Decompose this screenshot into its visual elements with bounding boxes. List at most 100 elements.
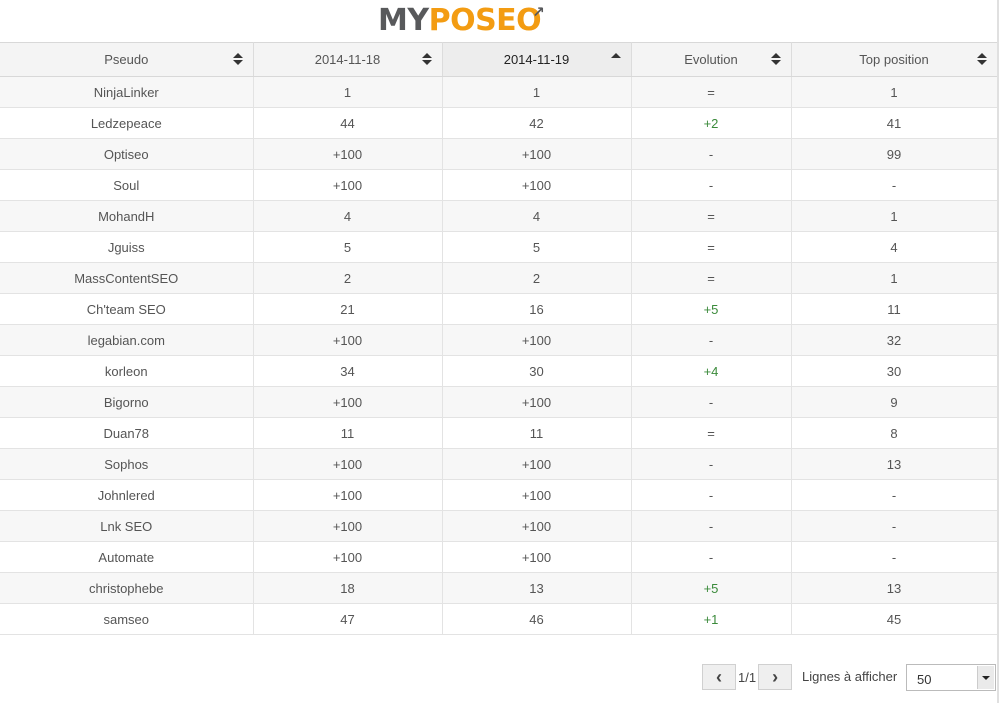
cell-date-2: 13: [442, 572, 632, 604]
cell-pseudo: Jguiss: [0, 231, 254, 263]
cell-evolution: +2: [631, 107, 792, 139]
table-row: Johnlered +100 +100- -: [0, 479, 998, 511]
cell-evolution: -: [631, 138, 792, 170]
sort-icon[interactable]: [421, 52, 432, 66]
myposeo-logo: MY POSEO ↗: [378, 2, 545, 38]
cell-evolution: =: [631, 417, 792, 449]
cell-date-1: 2: [253, 262, 443, 294]
table-row: Duan78 11 11 = 8: [0, 417, 998, 449]
cell-date-1: +100: [253, 324, 443, 356]
cell-date-2: +100: [442, 386, 632, 418]
table-row: MassContentSEO 2 2 = 1: [0, 262, 998, 294]
sort-ascending-icon[interactable]: [610, 49, 621, 63]
sort-icon[interactable]: [232, 52, 243, 66]
cell-date-1: 11: [253, 417, 443, 449]
sort-icon[interactable]: [976, 52, 987, 66]
cell-date-1: +100: [253, 510, 443, 542]
column-header-label: 2014-11-19: [503, 52, 570, 67]
table-row: Sophos +100 +100-13: [0, 448, 998, 480]
previous-page-button[interactable]: ‹: [702, 664, 736, 690]
table-row: MohandH 4 4 = 1: [0, 200, 998, 232]
cell-date-2: +100: [442, 541, 632, 573]
column-header-pseudo[interactable]: Pseudo: [0, 42, 254, 77]
cell-top-position: 9: [791, 386, 998, 418]
cell-top-position: 8: [791, 417, 998, 449]
cell-evolution: +4: [631, 355, 792, 387]
cell-pseudo: Lnk SEO: [0, 510, 254, 542]
cell-date-1: 34: [253, 355, 443, 387]
cell-pseudo: Automate: [0, 541, 254, 573]
cell-date-2: 46: [442, 603, 632, 635]
ranking-table-container: Pseudo 2014-11-18 2014-11-19 Evolution T…: [0, 42, 998, 635]
cell-pseudo: Johnlered: [0, 479, 254, 511]
column-header-evolution[interactable]: Evolution: [631, 42, 792, 77]
cell-evolution: +1: [631, 603, 792, 635]
table-row: Optiseo +100 +100-99: [0, 138, 998, 170]
cell-evolution: -: [631, 448, 792, 480]
cell-date-2: +100: [442, 510, 632, 542]
rows-per-page-select[interactable]: 50: [906, 664, 996, 691]
cell-top-position: -: [791, 541, 998, 573]
table-header-row: Pseudo 2014-11-18 2014-11-19 Evolution T…: [0, 42, 998, 77]
table-row: Jguiss 5 5 = 4: [0, 231, 998, 263]
table-row: samseo 47 46 +1 45: [0, 603, 998, 635]
cell-pseudo: Ledzepeace: [0, 107, 254, 139]
table-row: Ch'team SEO 21 16 +5 11: [0, 293, 998, 325]
logo-text-my: MY: [378, 2, 429, 38]
table-row: korleon 34 30 +4 30: [0, 355, 998, 387]
logo-pin-icon: ↗: [532, 3, 545, 21]
cell-evolution: =: [631, 200, 792, 232]
column-header-date-2[interactable]: 2014-11-19: [442, 42, 632, 77]
cell-top-position: 1: [791, 200, 998, 232]
table-row: Ledzepeace 44 42 +2 41: [0, 107, 998, 139]
page-indicator: 1/1: [738, 669, 757, 685]
cell-date-1: 5: [253, 231, 443, 263]
table-row: Automate +100 +100- -: [0, 541, 998, 573]
ranking-table: Pseudo 2014-11-18 2014-11-19 Evolution T…: [0, 42, 998, 635]
table-body: NinjaLinker 1 1 = 1 Ledzepeace 44 42 +2 41 Optiseo…: [0, 76, 998, 635]
cell-date-1: +100: [253, 448, 443, 480]
cell-date-2: +100: [442, 448, 632, 480]
cell-top-position: -: [791, 479, 998, 511]
cell-date-1: 1: [253, 76, 443, 108]
cell-date-1: +100: [253, 541, 443, 573]
cell-date-1: 4: [253, 200, 443, 232]
cell-pseudo: Duan78: [0, 417, 254, 449]
cell-date-2: +100: [442, 324, 632, 356]
cell-date-2: 16: [442, 293, 632, 325]
cell-top-position: 45: [791, 603, 998, 635]
cell-top-position: 99: [791, 138, 998, 170]
sort-icon[interactable]: [770, 52, 781, 66]
cell-evolution: -: [631, 386, 792, 418]
cell-evolution: -: [631, 169, 792, 201]
table-row: NinjaLinker 1 1 = 1: [0, 76, 998, 108]
cell-evolution: -: [631, 479, 792, 511]
cell-pseudo: Bigorno: [0, 386, 254, 418]
cell-pseudo: Optiseo: [0, 138, 254, 170]
cell-date-2: 1: [442, 76, 632, 108]
cell-pseudo: Sophos: [0, 448, 254, 480]
chevron-down-icon[interactable]: [977, 666, 994, 689]
column-header-date-1[interactable]: 2014-11-18: [253, 42, 443, 77]
cell-evolution: =: [631, 76, 792, 108]
cell-top-position: -: [791, 169, 998, 201]
cell-pseudo: Ch'team SEO: [0, 293, 254, 325]
pagination: ‹ 1/1 ›: [702, 663, 793, 691]
logo-text-poseo: POSEO: [428, 2, 542, 38]
cell-date-2: +100: [442, 479, 632, 511]
column-header-top-position[interactable]: Top position: [791, 42, 998, 77]
cell-date-1: 21: [253, 293, 443, 325]
cell-evolution: =: [631, 231, 792, 263]
cell-date-2: 30: [442, 355, 632, 387]
cell-pseudo: korleon: [0, 355, 254, 387]
cell-date-1: 44: [253, 107, 443, 139]
next-page-button[interactable]: ›: [758, 664, 793, 690]
table-row: Lnk SEO +100 +100- -: [0, 510, 998, 542]
cell-pseudo: MassContentSEO: [0, 262, 254, 294]
table-row: Bigorno +100 +100-9: [0, 386, 998, 418]
rows-per-page-label: Lignes à afficher: [802, 669, 898, 684]
cell-evolution: +5: [631, 293, 792, 325]
cell-top-position: 13: [791, 448, 998, 480]
cell-top-position: 1: [791, 76, 998, 108]
cell-top-position: 13: [791, 572, 998, 604]
